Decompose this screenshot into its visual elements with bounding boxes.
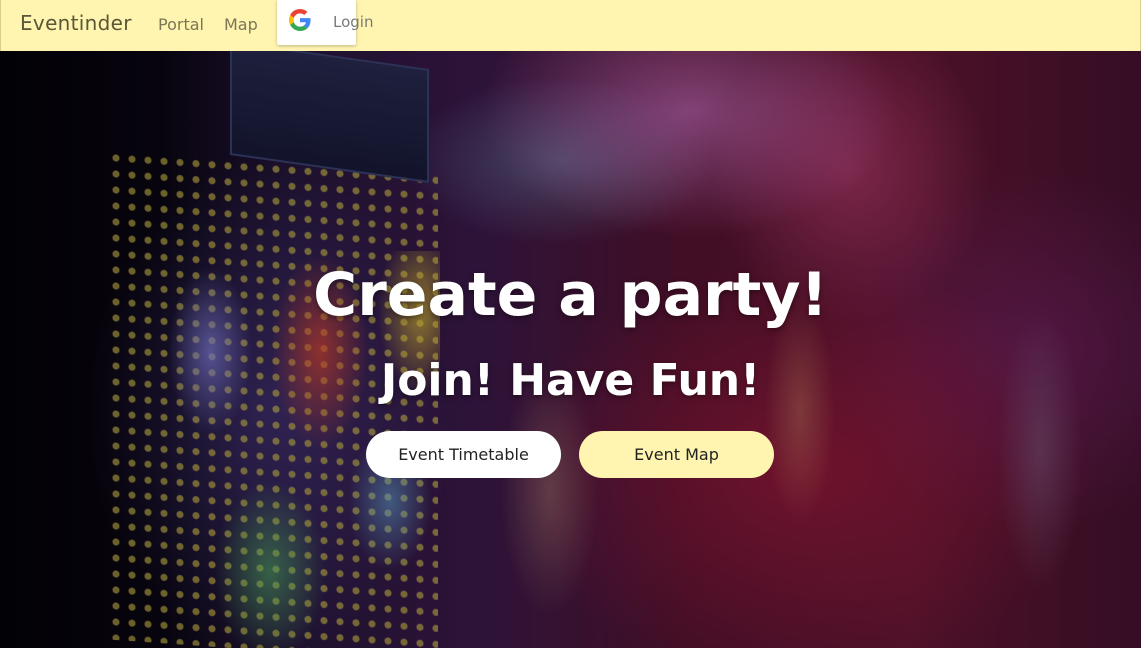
event-timetable-button[interactable]: Event Timetable	[366, 431, 561, 478]
google-login-button[interactable]: Login	[277, 0, 373, 45]
hero-subtitle: Join! Have Fun!	[380, 355, 761, 406]
hero-overlay	[0, 51, 1141, 648]
hero-section: Create a party! Join! Have Fun! Event Ti…	[0, 51, 1141, 648]
google-icon	[289, 9, 311, 31]
nav-link-map[interactable]: Map	[224, 15, 258, 34]
event-map-button[interactable]: Event Map	[579, 431, 774, 478]
hero-title: Create a party!	[313, 260, 828, 330]
brand-logo[interactable]: Eventinder	[20, 11, 132, 35]
nav-link-portal[interactable]: Portal	[158, 15, 204, 34]
login-label: Login	[333, 13, 374, 31]
navbar: Eventinder Portal Map Login	[0, 0, 1141, 51]
